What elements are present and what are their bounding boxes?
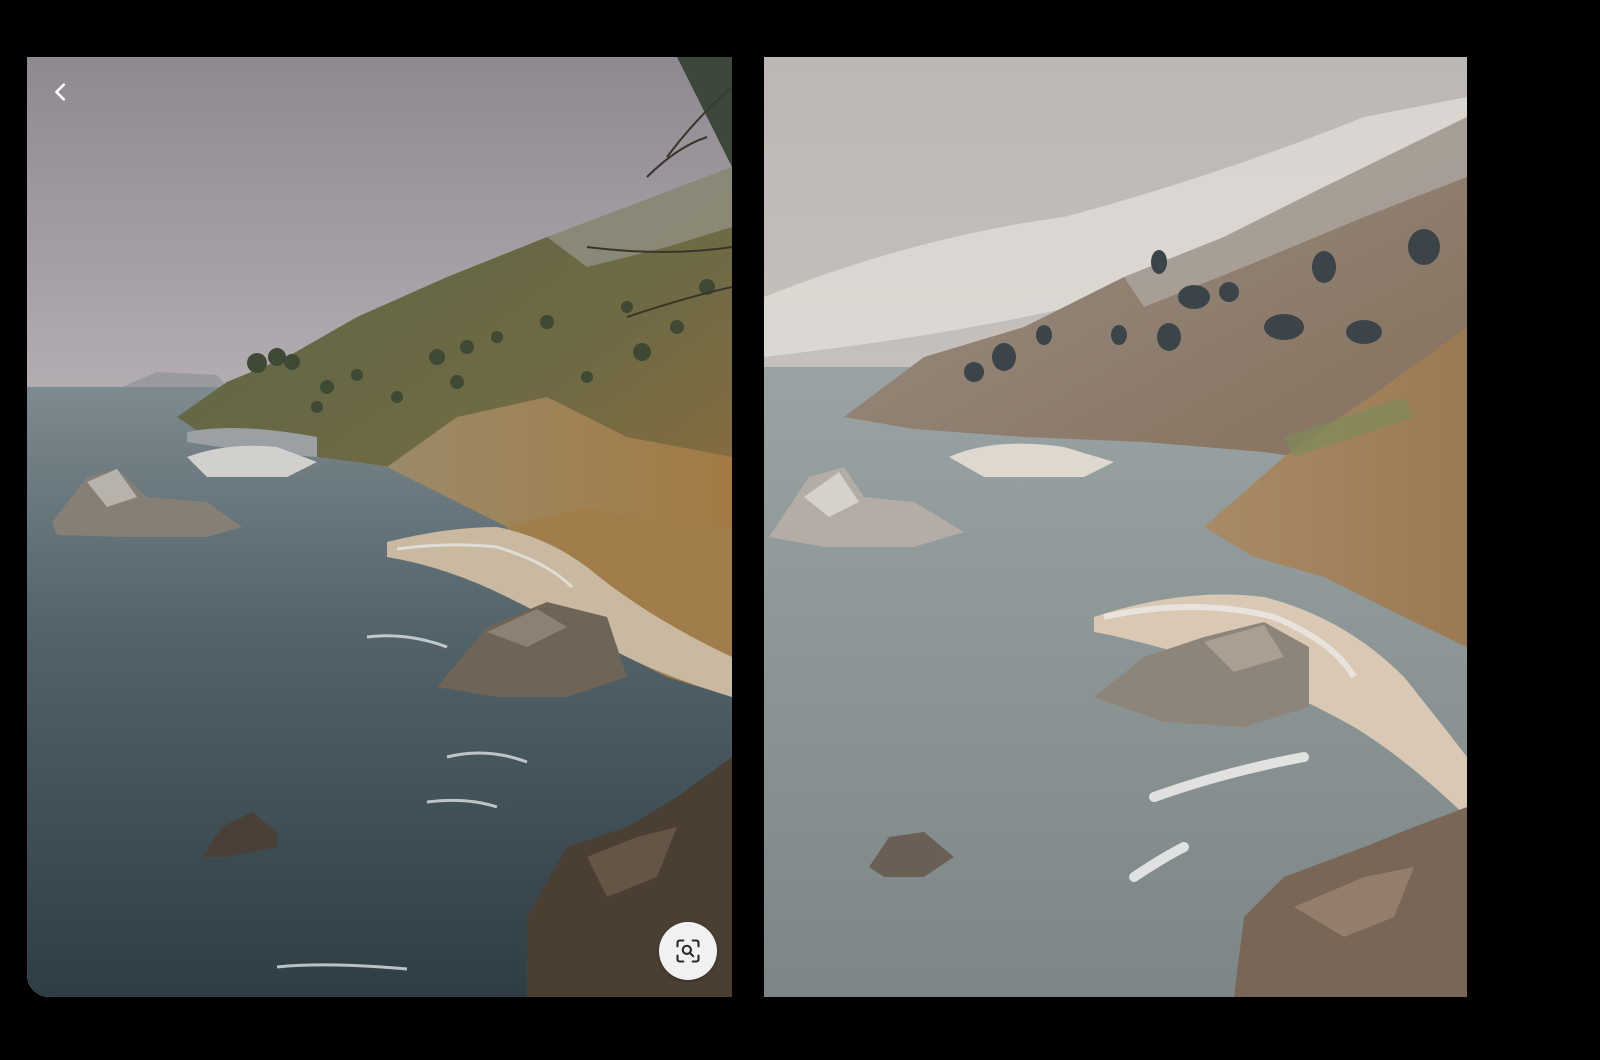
photo-scene: [27, 57, 732, 997]
image-search-icon: [676, 939, 700, 963]
painting-scene: [764, 57, 1467, 997]
chevron-left-icon: [55, 83, 66, 101]
image-search-button[interactable]: [659, 922, 717, 980]
painting-image[interactable]: [764, 57, 1467, 997]
photo-image[interactable]: [27, 57, 732, 997]
back-button[interactable]: [44, 75, 78, 109]
